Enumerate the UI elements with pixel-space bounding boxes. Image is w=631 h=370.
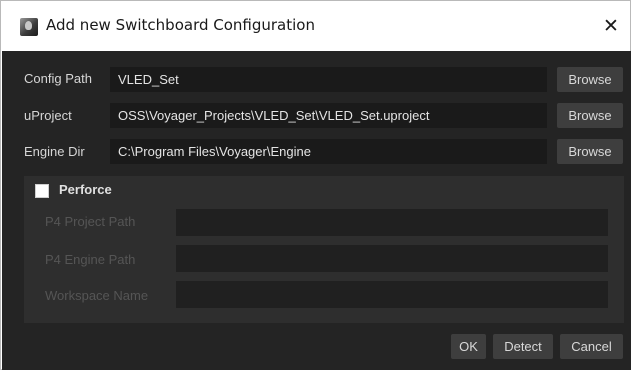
p4-workspace-name-label: Workspace Name xyxy=(45,288,149,303)
dialog-window: Add new Switchboard Configuration ✕ Conf… xyxy=(0,0,631,370)
dialog-title: Add new Switchboard Configuration xyxy=(46,16,315,34)
config-path-label: Config Path xyxy=(24,71,92,86)
close-icon[interactable]: ✕ xyxy=(596,11,626,41)
uproject-browse-button[interactable]: Browse xyxy=(557,103,623,128)
config-path-browse-button[interactable]: Browse xyxy=(557,67,623,92)
p4-engine-path-label: P4 Engine Path xyxy=(45,252,136,267)
engine-dir-input[interactable]: C:\Program Files\Voyager\Engine xyxy=(110,139,547,164)
perforce-checkbox[interactable] xyxy=(35,184,49,198)
engine-dir-label: Engine Dir xyxy=(24,144,85,159)
p4-project-path-input[interactable] xyxy=(176,209,608,236)
engine-dir-browse-button[interactable]: Browse xyxy=(557,139,623,164)
uproject-input[interactable]: OSS\Voyager_Projects\VLED_Set\VLED_Set.u… xyxy=(110,103,547,128)
cancel-button[interactable]: Cancel xyxy=(560,334,623,359)
p4-engine-path-input[interactable] xyxy=(176,245,608,272)
title-bar[interactable]: Add new Switchboard Configuration ✕ xyxy=(1,1,630,51)
dialog-body: Config Path VLED_Set Browse uProject OSS… xyxy=(2,51,631,370)
config-path-input[interactable]: VLED_Set xyxy=(110,67,547,92)
p4-workspace-name-input[interactable] xyxy=(176,281,608,308)
uproject-label: uProject xyxy=(24,108,72,123)
detect-button[interactable]: Detect xyxy=(493,334,553,359)
p4-project-path-label: P4 Project Path xyxy=(45,214,136,229)
perforce-panel: Perforce P4 Project Path P4 Engine Path … xyxy=(24,176,624,323)
ok-button[interactable]: OK xyxy=(451,334,486,359)
perforce-label[interactable]: Perforce xyxy=(59,182,112,197)
switchboard-app-icon xyxy=(20,18,38,36)
